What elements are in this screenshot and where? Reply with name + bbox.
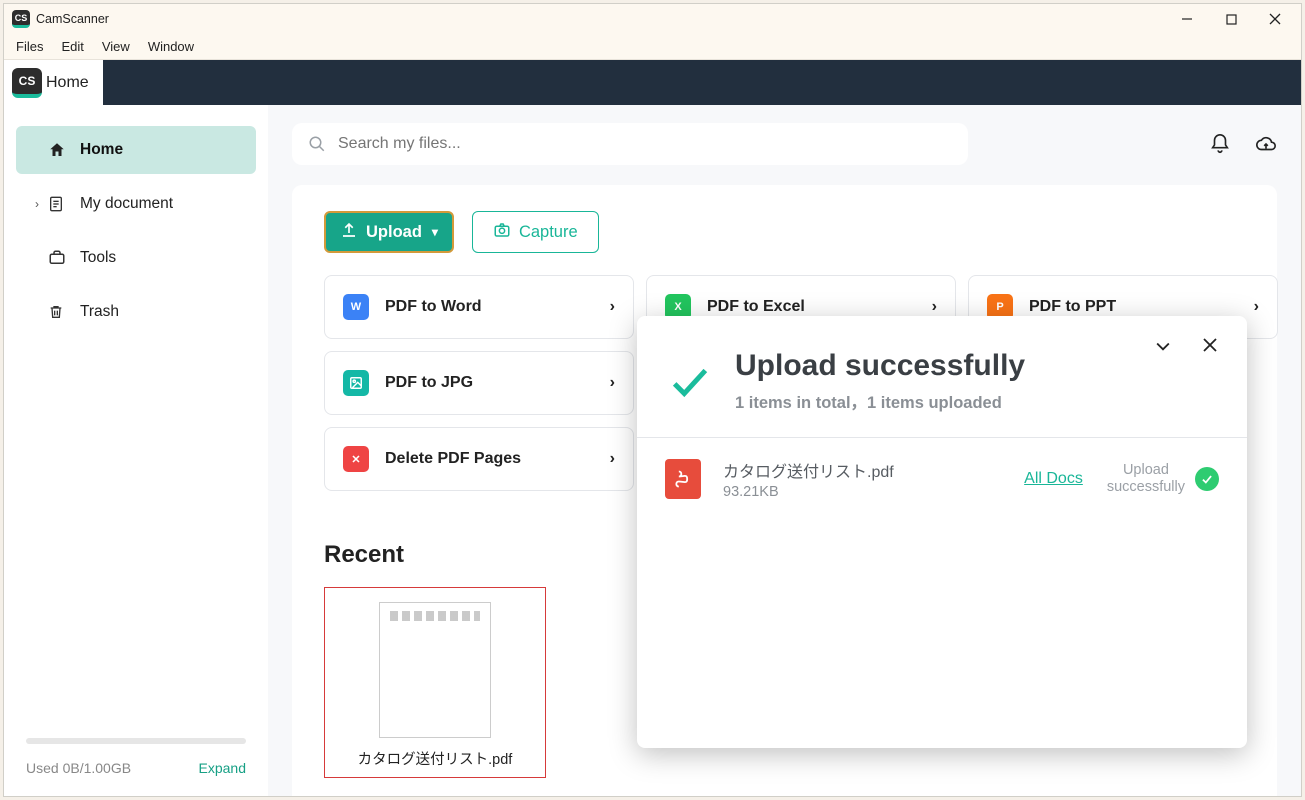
chevron-right-icon: › [1254,298,1259,316]
tool-pdf-to-word[interactable]: W PDF to Word › [324,275,634,339]
close-icon [1269,13,1281,25]
menubar: Files Edit View Window [4,34,1301,60]
sidebar-home-label: Home [80,141,123,159]
chevron-right-icon: › [932,298,937,316]
app-icon: CS [12,10,30,28]
home-tab-logo: CS [12,68,42,98]
tool-delete-pdf-pages[interactable]: ✕ Delete PDF Pages › [324,427,634,491]
close-dialog-button[interactable] [1201,336,1219,361]
sidebar-trash-label: Trash [80,303,119,321]
word-icon: W [343,294,369,320]
menu-edit[interactable]: Edit [53,37,91,56]
menu-window[interactable]: Window [140,37,202,56]
topbar: CS Home [4,60,1301,105]
bell-icon [1209,133,1231,155]
trash-icon [48,303,70,321]
chevron-right-icon: › [610,374,615,392]
delete-icon: ✕ [343,446,369,472]
tool-label: PDF to JPG [385,374,473,392]
titlebar: CS CamScanner [4,4,1301,34]
tool-label: PDF to Excel [707,298,805,316]
upload-file-name: カタログ送付リスト.pdf [723,458,1024,482]
upload-status: Upload successfully [1107,462,1185,497]
storage-used: Used 0B/1.00GB [26,760,131,776]
sidebar-my-document-label: My document [80,195,173,213]
chevron-down-icon: ▾ [432,225,438,239]
chevron-right-icon: › [28,197,46,211]
home-tab-label: Home [46,74,89,92]
chevron-down-icon [1153,336,1173,356]
dialog-title: Upload successfully [735,349,1025,383]
home-icon [48,141,70,159]
notification-button[interactable] [1209,133,1231,155]
document-icon [48,195,70,213]
menu-files[interactable]: Files [8,37,51,56]
tools-icon [48,249,70,267]
sidebar-tools-label: Tools [80,249,116,267]
all-docs-link[interactable]: All Docs [1024,470,1083,488]
dialog-subtitle: 1 items in total，1 items uploaded [735,389,1025,413]
capture-button[interactable]: Capture [472,211,599,253]
tool-pdf-to-jpg[interactable]: PDF to JPG › [324,351,634,415]
recent-item[interactable]: カタログ送付リスト.pdf [324,587,546,778]
cloud-icon [1255,133,1277,155]
search-icon [308,135,326,153]
home-tab[interactable]: CS Home [4,60,103,105]
collapse-button[interactable] [1153,336,1173,361]
upload-label: Upload [366,223,422,242]
tool-label: PDF to Word [385,298,482,316]
search-input[interactable] [338,135,952,153]
upload-file-row: カタログ送付リスト.pdf 93.21KB All Docs Upload su… [665,438,1219,520]
success-badge [1195,467,1219,491]
chevron-right-icon: › [610,450,615,468]
storage-bar [26,738,246,744]
close-button[interactable] [1253,5,1297,33]
recent-title: Recent [324,541,404,569]
tool-label: PDF to PPT [1029,298,1116,316]
upload-dialog: Upload successfully 1 items in total，1 i… [637,316,1247,748]
sidebar-item-home[interactable]: Home [16,126,256,174]
camera-icon [493,221,511,244]
recent-file-name: カタログ送付リスト.pdf [339,748,531,769]
capture-label: Capture [519,223,578,242]
sidebar-item-trash[interactable]: Trash [16,288,256,336]
image-icon [343,370,369,396]
storage-section: Used 0B/1.00GB Expand [4,738,268,796]
check-icon [667,359,717,409]
upload-button[interactable]: Upload ▾ [324,211,454,253]
storage-expand[interactable]: Expand [199,760,246,776]
cloud-sync-button[interactable] [1255,133,1277,155]
sidebar: Home › My document Tools Trash [4,105,268,796]
sidebar-item-tools[interactable]: Tools [16,234,256,282]
maximize-icon [1226,14,1237,25]
file-thumbnail [379,602,491,738]
maximize-button[interactable] [1209,5,1253,33]
minimize-button[interactable] [1165,5,1209,33]
window-title: CamScanner [36,12,109,26]
menu-view[interactable]: View [94,37,138,56]
sidebar-item-my-document[interactable]: › My document [16,180,256,228]
upload-icon [340,221,358,244]
close-icon [1201,336,1219,354]
upload-file-size: 93.21KB [723,484,1024,500]
chevron-right-icon: › [610,298,615,316]
tool-label: Delete PDF Pages [385,450,521,468]
minimize-icon [1181,13,1193,25]
pdf-icon [665,459,701,499]
check-icon [1200,472,1214,486]
search-box[interactable] [292,123,968,165]
